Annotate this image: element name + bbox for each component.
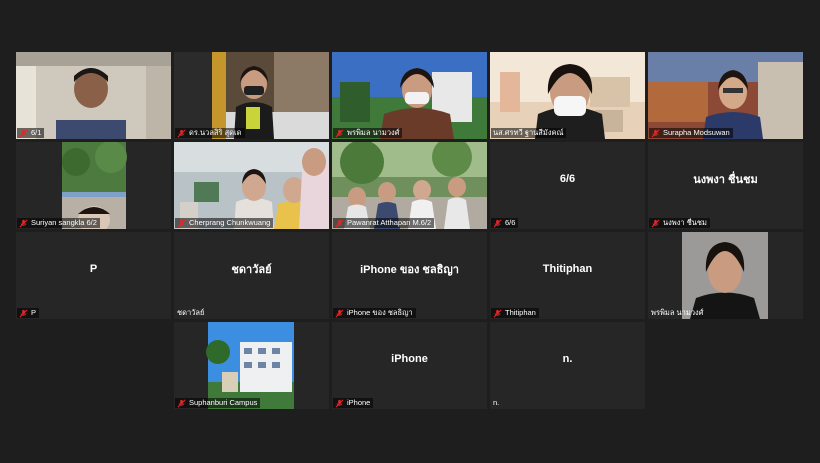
participant-video (682, 232, 768, 319)
participant-tile[interactable]: พรพิมล นามวงศ์ (648, 232, 803, 319)
meeting-gallery-view: { "participants": [ {"name": "6/1", "mut… (0, 0, 820, 463)
mic-off-icon (177, 399, 186, 407)
participant-name-label: พรพิมล นามวงศ์ (333, 128, 403, 138)
participant-name-label: 6/6 (491, 218, 519, 228)
participant-name-label: iPhone (333, 398, 374, 408)
participant-display-name: n. (562, 352, 573, 365)
participant-tile[interactable]: P P (16, 232, 171, 319)
participant-tile[interactable]: ชดาวัลย์ ชดาวัลย์ (174, 232, 329, 319)
participant-display-name: นงพงา ชื่นชม (693, 173, 758, 186)
participant-name-label: ดร.นวลสิริ สุดเด (175, 128, 245, 138)
mic-off-icon (19, 129, 28, 137)
participant-name-label: iPhone ของ ชลธิญา (333, 308, 416, 318)
participant-tile[interactable]: พรพิมล นามวงศ์ (332, 52, 487, 139)
participant-name-label: 6/1 (17, 128, 45, 138)
participant-name-label: P (17, 308, 40, 318)
participant-video (332, 142, 487, 229)
participant-video (16, 52, 171, 139)
participant-tile[interactable]: Surapha Modsuwan (648, 52, 803, 139)
participant-tile[interactable]: 6/6 6/6 (490, 142, 645, 229)
participant-display-name: 6/6 (559, 172, 576, 185)
participant-tile[interactable]: Cherprang Chunkwuang (174, 142, 329, 229)
participant-display-name: iPhone (391, 352, 428, 365)
mic-off-icon (493, 219, 502, 227)
mic-off-icon (19, 219, 28, 227)
participant-tile[interactable]: 6/1 (16, 52, 171, 139)
participant-display-name: P (89, 262, 98, 275)
participant-name-label: นส.ศรทวี ฐานสีมังคณ์ (491, 128, 567, 138)
participant-name-label: Suphanburi Campus (175, 398, 261, 408)
participant-video (62, 142, 127, 229)
participant-name-label: พรพิมล นามวงศ์ (651, 308, 704, 317)
participant-video (174, 52, 329, 139)
mic-off-icon (335, 219, 344, 227)
participant-name-label: ชดาวัลย์ (177, 308, 205, 317)
participant-name-label: Thitiphan (491, 308, 539, 318)
mic-off-icon (177, 219, 186, 227)
participant-tile[interactable]: Pawanrat Atthapan M.6/2 (332, 142, 487, 229)
participant-display-name: Thitiphan (542, 262, 593, 275)
mic-off-icon (335, 309, 344, 317)
mic-off-icon (335, 399, 344, 407)
participant-video (206, 322, 294, 409)
participant-name-label: Cherprang Chunkwuang (175, 218, 274, 228)
participant-name-label: Surapha Modsuwan (649, 128, 733, 138)
participant-video (332, 52, 487, 139)
participant-tile[interactable]: iPhone ของ ชลธิญา iPhone ของ ชลธิญา (332, 232, 487, 319)
participant-tile-active-speaker[interactable]: นส.ศรทวี ฐานสีมังคณ์ (490, 52, 645, 139)
participant-tile[interactable]: n. n. (490, 322, 645, 409)
mic-off-icon (19, 309, 28, 317)
participant-video (174, 142, 329, 229)
participant-video (490, 52, 645, 139)
mic-off-icon (177, 129, 186, 137)
participant-tile[interactable]: Suphanburi Campus (174, 322, 329, 409)
participant-tile[interactable]: นงพงา ชื่นชม นงพงา ชื่นชม (648, 142, 803, 229)
mic-off-icon (493, 309, 502, 317)
mic-off-icon (651, 129, 660, 137)
participant-tile[interactable]: Thitiphan Thitiphan (490, 232, 645, 319)
mic-off-icon (651, 219, 660, 227)
participant-tile[interactable]: iPhone iPhone (332, 322, 487, 409)
participant-display-name: iPhone ของ ชลธิญา (360, 263, 459, 276)
mic-off-icon (335, 129, 344, 137)
participant-name-label: Suriyan sangkla 6/2 (17, 218, 100, 228)
participant-name-label: Pawanrat Atthapan M.6/2 (333, 218, 435, 228)
participant-tile[interactable]: Suriyan sangkla 6/2 (16, 142, 171, 229)
participant-display-name: ชดาวัลย์ (231, 263, 272, 276)
participant-name-label: นงพงา ชื่นชม (649, 218, 710, 228)
participant-tile[interactable]: ดร.นวลสิริ สุดเด (174, 52, 329, 139)
participant-name-label: n. (493, 398, 500, 407)
participant-video (648, 52, 803, 139)
